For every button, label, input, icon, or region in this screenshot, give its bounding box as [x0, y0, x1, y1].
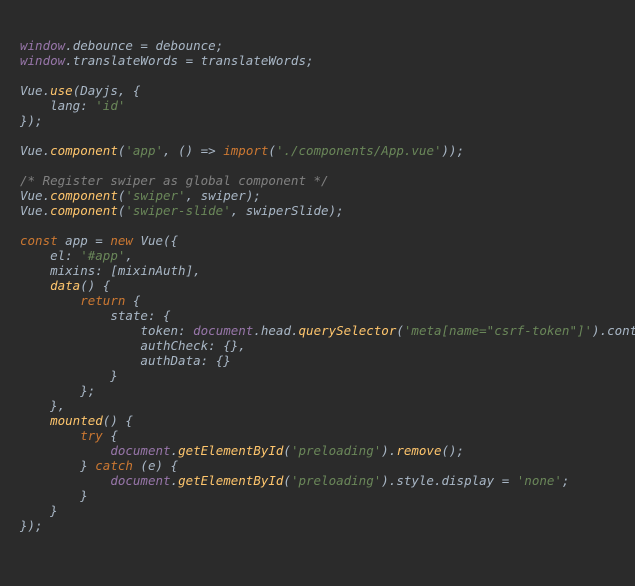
code-line: authData: {}: [20, 353, 231, 368]
code-line: mixins: [mixinAuth],: [20, 263, 201, 278]
code-line: try {: [20, 428, 118, 443]
code-line: window.debounce = debounce;: [20, 38, 223, 53]
code-line: /* Register swiper as global component *…: [20, 173, 329, 188]
code-line: state: {: [20, 308, 171, 323]
code-line: });: [20, 113, 43, 128]
code-line: authCheck: {},: [20, 338, 246, 353]
code-line: Vue.component('swiper', swiper);: [20, 188, 261, 203]
code-line: document.getElementById('preloading').st…: [20, 473, 569, 488]
code-line: mounted() {: [20, 413, 133, 428]
code-line: }: [20, 368, 118, 383]
code-line: },: [20, 398, 65, 413]
code-line: Vue.component('app', () => import('./com…: [20, 143, 464, 158]
code-line: el: '#app',: [20, 248, 133, 263]
code-line: lang: 'id': [20, 98, 125, 113]
code-line: document.getElementById('preloading').re…: [20, 443, 464, 458]
code-line: data() {: [20, 278, 110, 293]
code-line: window.translateWords = translateWords;: [20, 53, 314, 68]
code-block: window.debounce = debounce; window.trans…: [20, 38, 635, 533]
code-line: });: [20, 518, 43, 533]
code-line: }: [20, 503, 58, 518]
code-line: }: [20, 488, 88, 503]
code-line: } catch (e) {: [20, 458, 178, 473]
code-line: Vue.component('swiper-slide', swiperSlid…: [20, 203, 344, 218]
code-line: const app = new Vue({: [20, 233, 178, 248]
code-line: return {: [20, 293, 140, 308]
code-line: Vue.use(Dayjs, {: [20, 83, 140, 98]
code-line: };: [20, 383, 95, 398]
code-line: token: document.head.querySelector('meta…: [20, 323, 635, 338]
